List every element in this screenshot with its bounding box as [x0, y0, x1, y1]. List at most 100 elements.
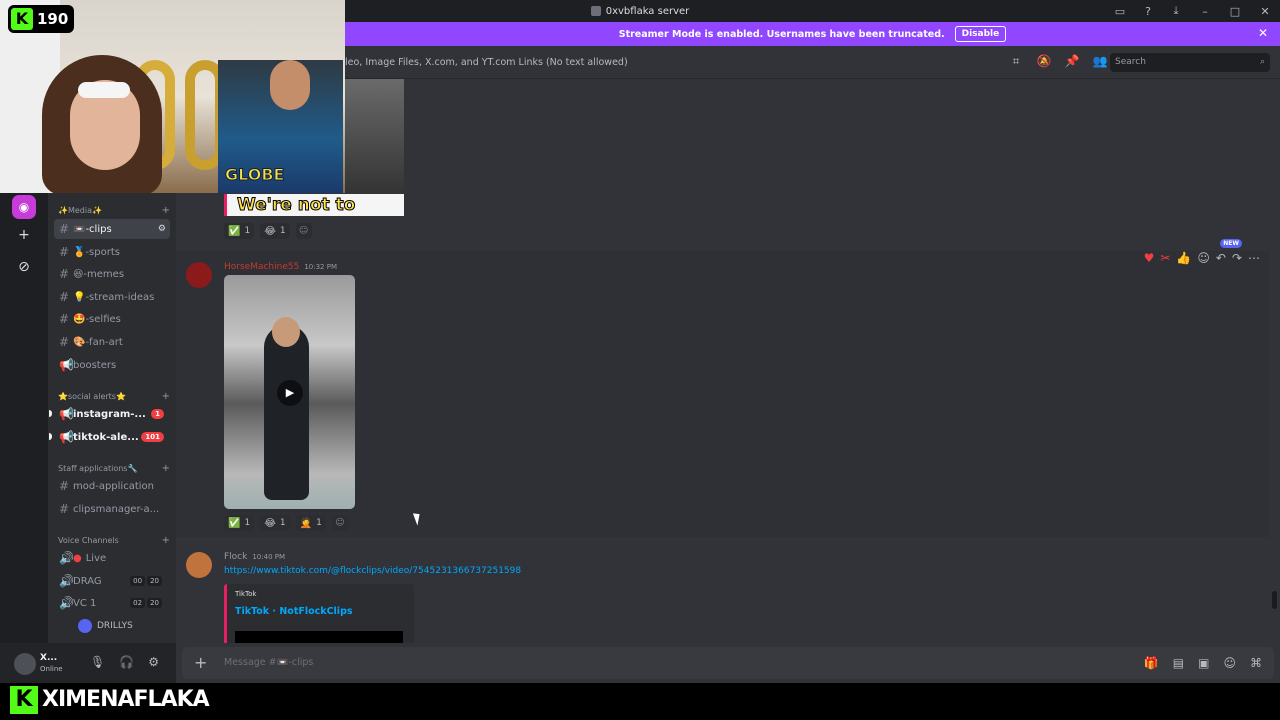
reactions-row: ✅ 1 😂 1 🤦 1 ☺: [224, 515, 348, 531]
threads-icon[interactable]: ⌗: [1008, 54, 1024, 69]
hash-icon: #: [59, 479, 70, 493]
voice-channel-live[interactable]: 🔊 ● Live: [54, 548, 170, 568]
message-placeholder: Message #📼-clips: [224, 657, 314, 668]
message-author[interactable]: HorseMachine55 10:32 PM: [224, 262, 337, 272]
reaction-laugh[interactable]: 😂 1: [260, 223, 290, 239]
add-channel-icon[interactable]: +: [162, 205, 170, 216]
apps-icon[interactable]: ⌘: [1250, 656, 1262, 670]
reaction-check[interactable]: ✅ 1: [224, 515, 255, 531]
microphone-icon[interactable]: 🎙: [90, 655, 105, 669]
channel-topic: leo, Image Files, X.com, and YT.com Link…: [345, 56, 628, 68]
minimize-button[interactable]: –: [1190, 5, 1220, 18]
maximize-button[interactable]: □: [1220, 5, 1250, 18]
avatar[interactable]: [186, 262, 212, 288]
channel-clips[interactable]: # 📼-clips ⚙: [54, 219, 170, 239]
more-icon[interactable]: ⋯: [1248, 251, 1260, 265]
video-attachment[interactable]: ▶: [224, 275, 355, 509]
add-server-icon[interactable]: +: [12, 223, 36, 247]
link-embed: TikTok TikTok · NotFlockClips: [224, 584, 414, 643]
message-author[interactable]: Flock 10:40 PM: [224, 552, 285, 562]
hash-icon: #: [59, 335, 70, 349]
voice-channel-drag[interactable]: 🔊 DRAG 00 20: [54, 571, 170, 591]
channel-settings-icon[interactable]: ⚙: [158, 224, 166, 234]
reaction-laugh[interactable]: 😂 1: [260, 515, 290, 531]
sticker-icon[interactable]: ▣: [1198, 656, 1209, 670]
avatar[interactable]: [14, 653, 36, 675]
channel-selfies[interactable]: # 🤩-selfies: [54, 309, 170, 329]
download-icon[interactable]: ⤓: [1162, 4, 1190, 18]
headphones-icon[interactable]: 🎧: [119, 655, 134, 669]
gift-icon[interactable]: 🎁: [1144, 656, 1159, 670]
timestamp: 10:40 PM: [252, 553, 286, 561]
pin-icon[interactable]: 📌: [1064, 54, 1080, 69]
reactions-row: ✅ 1 😂 1 ☺: [224, 223, 312, 239]
avatar[interactable]: [186, 552, 212, 578]
reaction-icon[interactable]: ✂: [1160, 251, 1170, 265]
scrollbar[interactable]: [1272, 591, 1277, 609]
forward-icon[interactable]: ↷: [1232, 251, 1242, 265]
channel-fan-art[interactable]: # 🎨-fan-art: [54, 332, 170, 352]
channel-mod-application[interactable]: # mod-application: [54, 476, 170, 496]
add-channel-icon[interactable]: +: [162, 535, 170, 546]
add-reaction-icon[interactable]: ☺: [1197, 251, 1210, 265]
channel-sports-label: 🏅-sports: [73, 246, 120, 258]
reply-icon[interactable]: ↶: [1216, 251, 1226, 265]
help-icon[interactable]: ?: [1134, 5, 1162, 18]
category-staff-applications[interactable]: Staff applications🔧 +: [58, 463, 170, 474]
voice-user[interactable]: DRILLYS: [78, 619, 133, 633]
reaction-check[interactable]: ✅ 1: [224, 223, 255, 239]
close-button[interactable]: ✕: [1250, 5, 1280, 18]
voice-user-name: DRILLYS: [97, 621, 133, 631]
screen-share-icon[interactable]: ▭: [1106, 5, 1134, 18]
speaker-icon: 🔊: [59, 596, 74, 610]
upload-plus-icon[interactable]: +: [194, 653, 207, 672]
channel-clipsmanager[interactable]: # clipsmanager-a...: [54, 499, 170, 519]
hash-icon: #: [59, 222, 70, 236]
reaction-facepalm[interactable]: 🤦 1: [295, 515, 326, 531]
channel-tiktok[interactable]: 📢 tiktok-ale... 101: [49, 427, 170, 447]
add-channel-icon[interactable]: +: [162, 463, 170, 474]
category-staff-label: Staff applications🔧: [58, 464, 138, 473]
announcement-icon: 📢: [59, 430, 74, 444]
emoji-icon[interactable]: ☺: [1223, 656, 1236, 670]
server-rail: ◉ + ⊘: [0, 193, 48, 643]
channel-sports[interactable]: # 🏅-sports: [54, 242, 170, 262]
message-link[interactable]: https://www.tiktok.com/@flockclips/video…: [224, 566, 521, 576]
banner-close-icon[interactable]: ✕: [1258, 26, 1268, 40]
thumbs-up-icon[interactable]: 👍: [1176, 251, 1191, 265]
avatar: [78, 619, 92, 633]
members-icon[interactable]: 👥: [1092, 54, 1108, 69]
disable-button[interactable]: Disable: [954, 26, 1007, 42]
author-name[interactable]: Flock: [224, 552, 247, 562]
channel-memes[interactable]: # 😆-memes: [54, 264, 170, 284]
embed-provider: TikTok: [235, 590, 257, 598]
new-badge: NEW: [1220, 239, 1242, 248]
add-channel-icon[interactable]: +: [162, 391, 170, 402]
server-icon: [590, 6, 601, 16]
mute-icon[interactable]: 🔕: [1036, 54, 1052, 69]
server-icon-selected[interactable]: ◉: [12, 195, 36, 219]
channel-stream-ideas[interactable]: # 💡-stream-ideas: [54, 287, 170, 307]
announcement-icon: 📢: [59, 407, 74, 421]
gif-icon[interactable]: ▤: [1173, 656, 1184, 670]
explore-icon[interactable]: ⊘: [12, 255, 36, 279]
search-icon: ⌕: [1259, 57, 1265, 67]
message-input[interactable]: + Message #📼-clips 🎁 ▤ ▣ ☺ ⌘: [182, 647, 1274, 679]
category-media[interactable]: ✨Media✨ +: [58, 205, 170, 216]
channel-boosters[interactable]: 📢 boosters: [54, 355, 170, 375]
search-input[interactable]: Search ⌕: [1110, 53, 1270, 72]
settings-icon[interactable]: ⚙: [148, 655, 159, 669]
channel-clips-label: 📼-clips: [73, 223, 112, 235]
category-social-alerts[interactable]: ⭐social alerts⭐ +: [58, 391, 170, 402]
webcam-overlay: GLOBE K 190: [0, 0, 345, 193]
add-reaction-icon[interactable]: ☺: [331, 515, 348, 531]
play-icon[interactable]: ▶: [277, 380, 303, 406]
voice-channel-vc1[interactable]: 🔊 VC 1 02 20: [54, 593, 170, 613]
category-voice-channels[interactable]: Voice Channels +: [58, 535, 170, 546]
embed-title[interactable]: TikTok · NotFlockClips: [235, 606, 406, 617]
embed-media[interactable]: [235, 631, 403, 643]
heart-icon[interactable]: ♥: [1144, 251, 1155, 265]
channel-instagram[interactable]: 📢 instagram-... 1: [49, 404, 170, 424]
author-name[interactable]: HorseMachine55: [224, 262, 299, 272]
add-reaction-icon[interactable]: ☺: [295, 223, 312, 239]
